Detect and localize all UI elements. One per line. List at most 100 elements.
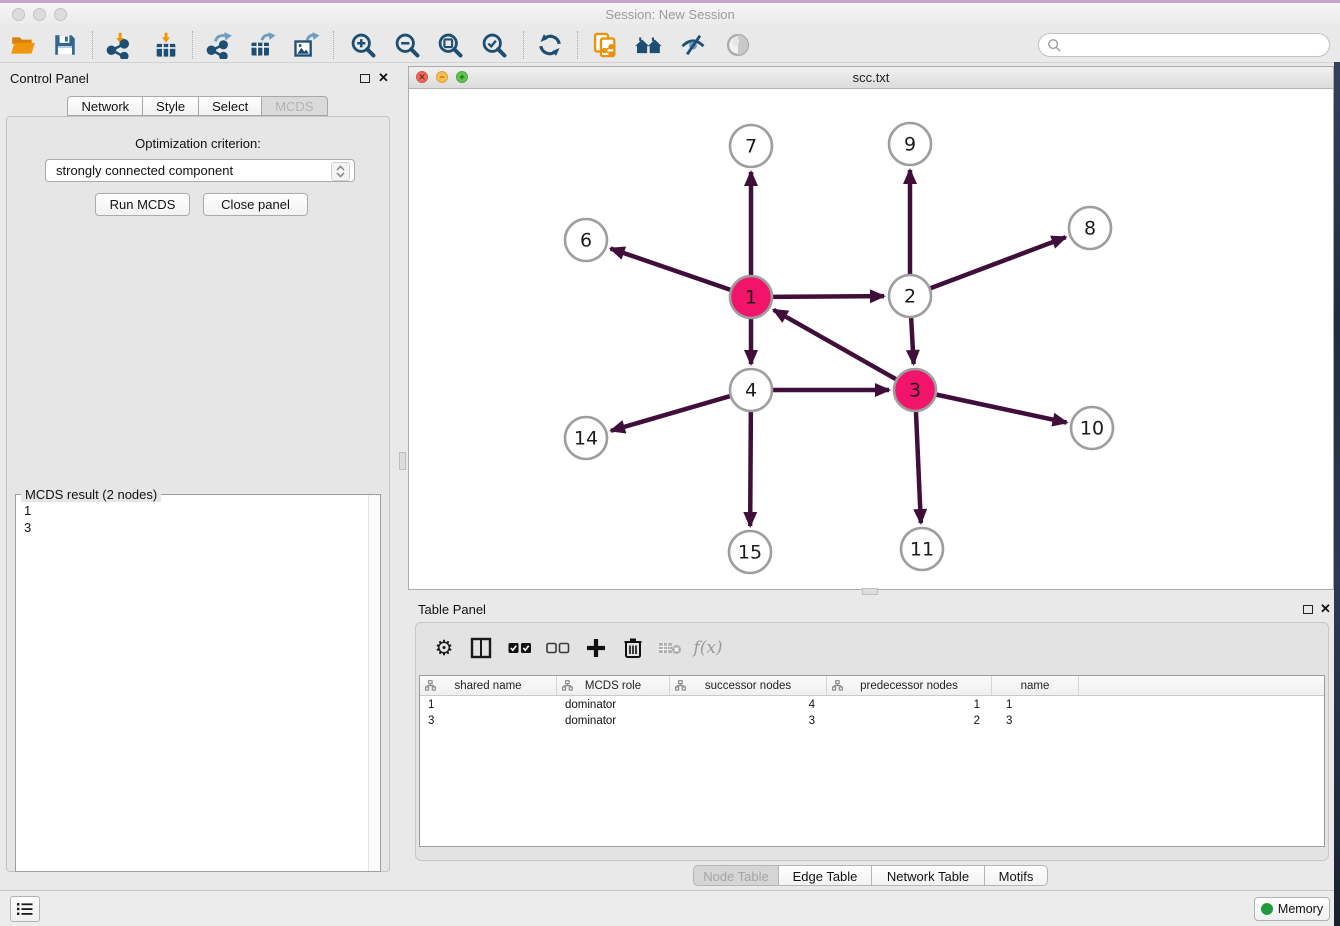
graph-node-1[interactable]: 1 (730, 276, 772, 318)
tab-network[interactable]: Network (67, 96, 143, 116)
node-label: 6 (580, 230, 592, 252)
edge-3-10[interactable] (934, 394, 1067, 423)
graph-node-7[interactable]: 7 (730, 125, 772, 167)
cell-successor-nodes[interactable]: 3 (670, 715, 827, 731)
edge-3-11[interactable] (916, 409, 921, 523)
graph-node-2[interactable]: 2 (889, 275, 931, 317)
network-window-titlebar[interactable]: ✕ − + scc.txt (409, 67, 1333, 89)
control-panel-title: Control Panel (10, 71, 89, 86)
export-network-icon[interactable] (204, 31, 234, 59)
memory-button[interactable]: Memory (1254, 897, 1330, 921)
tab-edge-table[interactable]: Edge Table (778, 865, 872, 886)
table-panel: Table Panel ✕ ⚙ f(x) (408, 597, 1334, 886)
zoom-in-icon[interactable] (348, 31, 378, 59)
network-canvas[interactable]: 1 2 3 4 6 7 8 9 10 11 14 15 (409, 88, 1333, 589)
dropdown-stepper-icon (331, 162, 350, 181)
function-builder-icon: f(x) (692, 633, 724, 663)
cell-predecessor-nodes[interactable]: 2 (827, 715, 992, 731)
refresh-icon[interactable] (535, 31, 565, 59)
search-field[interactable] (1038, 33, 1330, 57)
float-panel-icon[interactable] (360, 74, 370, 83)
tab-style[interactable]: Style (142, 96, 199, 116)
column-header-shared-name[interactable]: shared name (420, 676, 557, 695)
table-options-icon[interactable]: ⚙ (428, 633, 460, 663)
column-header-predecessor-nodes[interactable]: predecessor nodes (827, 676, 992, 695)
vertical-splitter-handle[interactable] (399, 452, 406, 470)
import-network-icon[interactable] (104, 31, 134, 59)
run-mcds-button[interactable]: Run MCDS (95, 193, 190, 216)
float-panel-icon[interactable] (1303, 605, 1313, 614)
export-image-icon[interactable] (291, 31, 321, 59)
graph-node-14[interactable]: 14 (565, 417, 607, 459)
tab-motifs[interactable]: Motifs (984, 865, 1048, 886)
column-header-name[interactable]: name (992, 676, 1079, 695)
edge-1-2[interactable] (770, 296, 884, 297)
edge-2-8[interactable] (928, 237, 1066, 289)
search-input[interactable] (1062, 37, 1329, 54)
table-row[interactable]: 3 dominator 3 2 3 (420, 715, 1324, 731)
close-panel-button[interactable]: Close panel (203, 193, 308, 216)
edge-4-15[interactable] (750, 409, 751, 526)
column-header-successor-nodes[interactable]: successor nodes (670, 676, 827, 695)
table-tabs: Node Table Edge Table Network Table Moti… (694, 865, 1048, 886)
fit-content-icon[interactable] (435, 31, 465, 59)
result-scrollbar[interactable] (368, 495, 380, 871)
table-toolbar: ⚙ f(x) (416, 623, 1328, 673)
tab-mcds[interactable]: MCDS (261, 96, 327, 116)
cell-name[interactable]: 3 (992, 715, 1079, 731)
node-label: 1 (745, 287, 757, 309)
show-all-icon[interactable] (723, 31, 753, 59)
graph-node-4[interactable]: 4 (730, 369, 772, 411)
hide-selected-icon[interactable] (678, 31, 708, 59)
save-session-icon[interactable] (50, 31, 80, 59)
cell-shared-name[interactable]: 3 (420, 715, 557, 731)
edge-1-6[interactable] (611, 248, 733, 290)
table-row[interactable]: 1 dominator 4 1 1 (420, 699, 1324, 715)
cell-predecessor-nodes[interactable]: 1 (827, 699, 992, 715)
delete-columns-icon[interactable] (617, 633, 649, 663)
edge-2-3[interactable] (911, 315, 914, 364)
horizontal-splitter-handle[interactable] (862, 588, 878, 595)
zoom-selected-icon[interactable] (479, 31, 509, 59)
cell-successor-nodes[interactable]: 4 (670, 699, 827, 715)
graph-node-9[interactable]: 9 (889, 123, 931, 165)
select-all-icon[interactable] (504, 633, 536, 663)
cell-mcds-role[interactable]: dominator (557, 699, 670, 715)
graph-node-6[interactable]: 6 (565, 219, 607, 261)
cell-mcds-role[interactable]: dominator (557, 715, 670, 731)
graph-node-8[interactable]: 8 (1069, 207, 1111, 249)
edge-4-14[interactable] (611, 395, 733, 430)
edge-3-1[interactable] (774, 310, 899, 381)
first-neighbors-icon[interactable] (634, 31, 664, 59)
hierarchy-icon (832, 680, 843, 691)
graph-node-15[interactable]: 15 (729, 531, 771, 573)
graph-node-10[interactable]: 10 (1071, 407, 1113, 449)
column-header-mcds-role[interactable]: MCDS role (557, 676, 670, 695)
close-panel-icon[interactable]: ✕ (378, 70, 389, 86)
export-table-icon[interactable] (247, 31, 277, 59)
deselect-all-icon[interactable] (542, 633, 574, 663)
open-session-icon[interactable] (8, 31, 38, 59)
tab-select[interactable]: Select (198, 96, 262, 116)
zoom-out-icon[interactable] (392, 31, 422, 59)
import-table-icon[interactable] (151, 31, 181, 59)
task-history-button[interactable] (10, 896, 40, 922)
criterion-dropdown[interactable]: strongly connected component (45, 159, 355, 182)
cell-shared-name[interactable]: 1 (420, 699, 557, 715)
create-column-icon[interactable] (580, 633, 612, 663)
cell-name[interactable]: 1 (992, 699, 1079, 715)
criterion-value: strongly connected component (56, 163, 233, 178)
tab-node-table[interactable]: Node Table (693, 865, 779, 886)
show-column-icon[interactable] (465, 633, 497, 663)
table-panel-body: ⚙ f(x) (415, 622, 1329, 861)
close-panel-icon[interactable]: ✕ (1320, 601, 1331, 617)
mcds-result-text[interactable]: 1 3 (16, 498, 368, 871)
clone-network-icon[interactable] (590, 31, 620, 59)
column-label: successor nodes (705, 680, 791, 692)
tab-network-table[interactable]: Network Table (871, 865, 985, 886)
column-label: predecessor nodes (860, 680, 958, 692)
node-table: shared name MCDS role successor nodes pr… (419, 675, 1325, 847)
node-label: 10 (1080, 418, 1104, 440)
graph-node-11[interactable]: 11 (901, 528, 943, 570)
graph-node-3[interactable]: 3 (894, 369, 936, 411)
